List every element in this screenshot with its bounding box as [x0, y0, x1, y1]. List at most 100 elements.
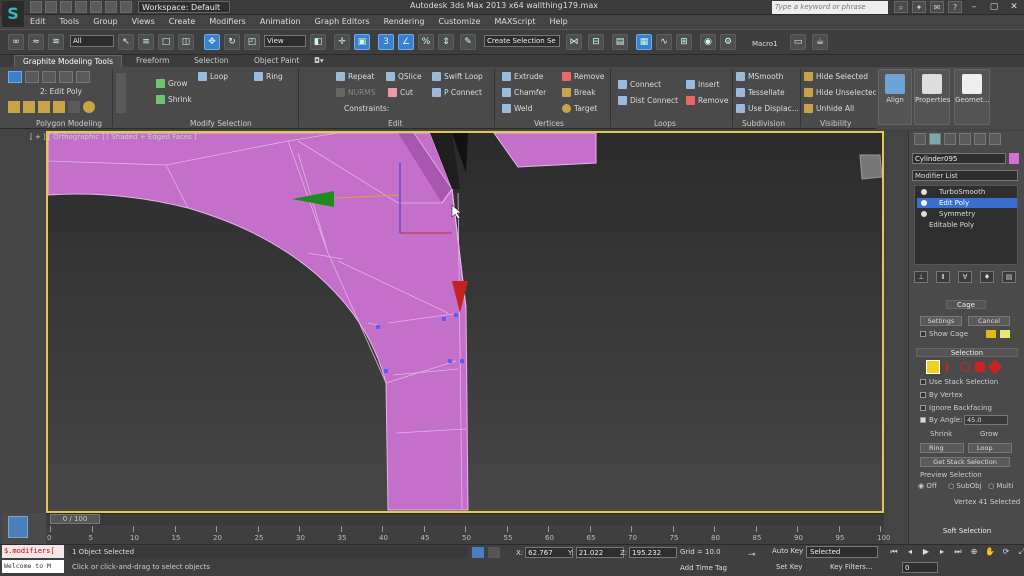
mirror-icon[interactable]: ⋈	[566, 34, 582, 50]
previous-frame-icon[interactable]: ◂	[904, 546, 916, 557]
menu-animation[interactable]: Animation	[260, 15, 301, 29]
maximize-viewport-icon[interactable]: ⤢	[1016, 546, 1024, 557]
vertex-mode-icon[interactable]	[8, 71, 22, 83]
panel-edit[interactable]: Edit	[388, 119, 403, 128]
spinner-snap-icon[interactable]: ⇕	[438, 34, 454, 50]
hide-selected-button[interactable]: Hide Selected	[804, 72, 868, 81]
unlink-icon[interactable]: ≈	[28, 34, 44, 50]
link-icon[interactable]: ∞	[8, 34, 24, 50]
display-tab-icon[interactable]	[974, 133, 986, 145]
remove-vertex-button[interactable]: Remove	[562, 72, 604, 81]
panel-polygon-modeling[interactable]: Polygon Modeling	[36, 119, 102, 128]
settings-button[interactable]: Settings	[920, 316, 962, 326]
vertex-selection-icon[interactable]	[926, 360, 940, 374]
cage-color-swatch-2[interactable]	[1000, 330, 1010, 338]
nurms-button[interactable]: NURMS	[336, 88, 376, 97]
next-frame-icon[interactable]: ▸	[936, 546, 948, 557]
preview-subobj-radio[interactable]: ○ SubObj	[948, 482, 982, 490]
loop-button[interactable]: Loop	[198, 72, 228, 81]
grow-button[interactable]: Grow	[156, 79, 187, 88]
snaps-toggle-icon[interactable]: 3	[378, 34, 394, 50]
configure-modifier-sets-icon[interactable]: ▤	[1002, 271, 1016, 283]
connect-button[interactable]: Connect	[618, 80, 661, 89]
select-manipulate-icon[interactable]: ✛	[334, 34, 350, 50]
menu-edit[interactable]: Edit	[30, 15, 46, 29]
set-key-icon[interactable]: ⊸	[748, 550, 756, 560]
by-angle-spinner[interactable]: 45.0	[964, 415, 1008, 425]
time-slider-thumb[interactable]: 0 / 100	[50, 514, 100, 524]
viewport[interactable]	[46, 131, 884, 513]
save-icon[interactable]	[60, 1, 72, 13]
cancel-button[interactable]: Cancel	[968, 316, 1010, 326]
layer-manager-icon[interactable]: ▤	[612, 34, 628, 50]
select-scale-icon[interactable]: ◰	[244, 34, 260, 50]
use-displacement-button[interactable]: Use Displac...	[736, 104, 799, 113]
ring-button-cp[interactable]: Ring	[920, 443, 964, 453]
panel-modify-selection[interactable]: Modify Selection	[190, 119, 252, 128]
menu-create[interactable]: Create	[169, 15, 196, 29]
app-logo-icon[interactable]: S	[2, 1, 24, 27]
msmooth-button[interactable]: MSmooth	[736, 72, 783, 81]
show-end-result-icon[interactable]: Ⅱ	[936, 271, 950, 283]
key-selection-dropdown[interactable]: Selected	[806, 546, 878, 558]
edge-mode-icon[interactable]	[25, 71, 39, 83]
soft-selection-rollout-header[interactable]: Soft Selection	[916, 527, 1018, 536]
pivot-center-icon[interactable]: ◧	[310, 34, 326, 50]
stack-up-icon[interactable]	[8, 101, 20, 113]
chamfer-button[interactable]: Chamfer	[502, 88, 546, 97]
set-key-button[interactable]: Set Key	[776, 563, 802, 571]
mini-curve-editor-icon[interactable]	[8, 516, 28, 538]
absolute-mode-icon[interactable]	[488, 547, 500, 558]
material-editor-icon[interactable]: ◉	[700, 34, 716, 50]
select-move-icon[interactable]: ✥	[204, 34, 220, 50]
hierarchy-tab-icon[interactable]	[944, 133, 956, 145]
rendered-frame-window-icon[interactable]: ▭	[790, 34, 806, 50]
hold-icon[interactable]	[105, 1, 117, 13]
undo-icon[interactable]	[75, 1, 87, 13]
menu-customize[interactable]: Customize	[438, 15, 480, 29]
schematic-view-icon[interactable]: ⊞	[676, 34, 692, 50]
object-color-swatch[interactable]	[1009, 153, 1019, 164]
element-mode-icon[interactable]	[76, 71, 90, 83]
percent-snap-icon[interactable]: %	[418, 34, 434, 50]
ignore-backfacing-checkbox[interactable]: Ignore Backfacing	[920, 404, 992, 412]
selection-filter-dropdown[interactable]: All	[70, 35, 114, 47]
menu-tools[interactable]: Tools	[60, 15, 80, 29]
extrude-button[interactable]: Extrude	[502, 72, 543, 81]
selection-rollout-header[interactable]: Selection	[916, 348, 1018, 357]
use-stack-selection-checkbox[interactable]: Use Stack Selection	[920, 378, 998, 386]
menu-modifiers[interactable]: Modifiers	[209, 15, 246, 29]
remove-loop-button[interactable]: Remove	[686, 96, 728, 105]
selection-lock-icon[interactable]	[472, 547, 484, 558]
panel-vertices[interactable]: Vertices	[534, 119, 564, 128]
remove-modifier-icon[interactable]: ♦	[980, 271, 994, 283]
menu-maxscript[interactable]: MAXScript	[494, 15, 535, 29]
named-selection-dropdown[interactable]: Create Selection Se	[484, 35, 560, 47]
stack-item-editable-poly[interactable]: Editable Poly	[917, 220, 1017, 230]
edit-poly-mode-label[interactable]: 2: Edit Poly	[40, 87, 82, 96]
rectangular-selection-icon[interactable]: □	[158, 34, 174, 50]
angle-snap-icon[interactable]: ∠	[398, 34, 414, 50]
stack-item-edit-poly[interactable]: Edit Poly	[917, 198, 1017, 208]
new-file-icon[interactable]	[30, 1, 42, 13]
zoom-icon[interactable]: ⊕	[968, 546, 980, 557]
menu-graph-editors[interactable]: Graph Editors	[315, 15, 370, 29]
orbit-icon[interactable]: ⟳	[1000, 546, 1012, 557]
curve-editor-icon[interactable]: ∿	[656, 34, 672, 50]
tab-object-paint[interactable]: Object Paint	[246, 55, 307, 67]
edit-named-selection-icon[interactable]: ✎	[460, 34, 476, 50]
by-angle-checkbox[interactable]: By Angle:	[920, 416, 962, 424]
viewport-scene[interactable]	[48, 133, 882, 511]
go-to-start-icon[interactable]: ⏮	[888, 546, 900, 557]
render-setup-icon[interactable]: ⚙	[720, 34, 736, 50]
x-coordinate-field[interactable]	[525, 547, 574, 558]
dist-connect-button[interactable]: Dist Connect	[618, 96, 678, 105]
break-button[interactable]: Break	[562, 88, 596, 97]
loop-button-cp[interactable]: Loop	[968, 443, 1012, 453]
pan-icon[interactable]: ✋	[984, 546, 996, 557]
panel-visibility[interactable]: Visibility	[820, 119, 851, 128]
search-input[interactable]: Type a keyword or phrase	[772, 1, 888, 14]
search-icon[interactable]: ⌕	[894, 1, 908, 13]
qslice-button[interactable]: QSlice	[386, 72, 422, 81]
object-name-field[interactable]: Cylinder095	[912, 153, 1006, 164]
